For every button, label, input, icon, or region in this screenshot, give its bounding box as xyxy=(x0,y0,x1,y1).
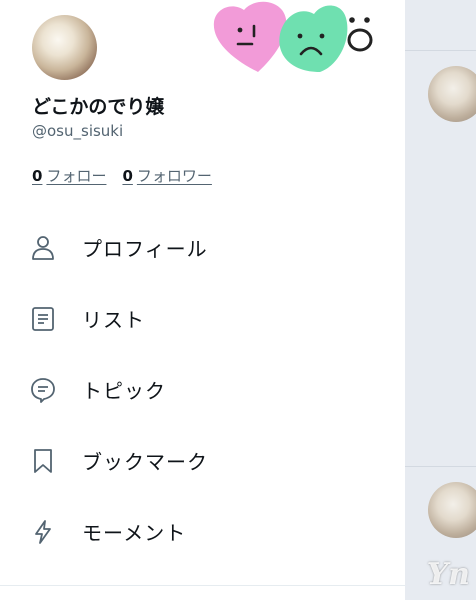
followers-count: 0 xyxy=(122,167,133,185)
list-icon xyxy=(30,306,56,332)
pink-heart-sticker-icon xyxy=(213,1,287,72)
timeline-backdrop[interactable] xyxy=(405,0,476,600)
follow-stats: 0 フォロー 0 フォロワー xyxy=(32,165,212,186)
drawer-menu: プロフィール リスト トピック ブックマーク モーメント xyxy=(0,212,405,567)
watermark-logo: Yn xyxy=(426,557,470,592)
drawer-divider xyxy=(0,585,405,586)
menu-label-lists: リスト xyxy=(82,308,145,332)
display-name: どこかのでり嬢 xyxy=(32,96,165,118)
menu-item-lists[interactable]: リスト xyxy=(0,283,405,354)
following-link[interactable]: 0 フォロー xyxy=(32,165,106,186)
menu-label-moments: モーメント xyxy=(82,521,187,545)
avatar[interactable] xyxy=(32,15,97,80)
following-count: 0 xyxy=(32,167,43,185)
following-label: フォロー xyxy=(46,167,107,185)
surprised-face-sticker-icon xyxy=(347,17,373,52)
green-heart-sticker-icon xyxy=(279,5,348,73)
menu-item-topics[interactable]: トピック xyxy=(0,354,405,425)
menu-label-profile: プロフィール xyxy=(82,237,208,261)
timeline-avatar xyxy=(428,66,476,122)
menu-label-topics: トピック xyxy=(82,379,166,403)
timeline-divider xyxy=(405,50,476,51)
face-stickers xyxy=(213,1,373,73)
lightning-icon xyxy=(30,519,56,545)
bookmark-icon xyxy=(30,448,56,474)
followers-link[interactable]: 0 フォロワー xyxy=(122,165,211,186)
followers-label: フォロワー xyxy=(136,167,212,185)
menu-item-profile[interactable]: プロフィール xyxy=(0,212,405,283)
navigation-drawer: どこかのでり嬢 @osu_sisuki 0 フォロー 0 フォロワー プロフィール xyxy=(0,0,405,600)
timeline-avatar xyxy=(428,482,476,538)
menu-label-bookmarks: ブックマーク xyxy=(82,450,208,474)
person-icon xyxy=(30,235,56,261)
menu-item-moments[interactable]: モーメント xyxy=(0,496,405,567)
user-handle: @osu_sisuki xyxy=(32,122,124,140)
timeline-divider xyxy=(405,466,476,467)
topic-icon xyxy=(30,377,56,403)
menu-item-bookmarks[interactable]: ブックマーク xyxy=(0,425,405,496)
